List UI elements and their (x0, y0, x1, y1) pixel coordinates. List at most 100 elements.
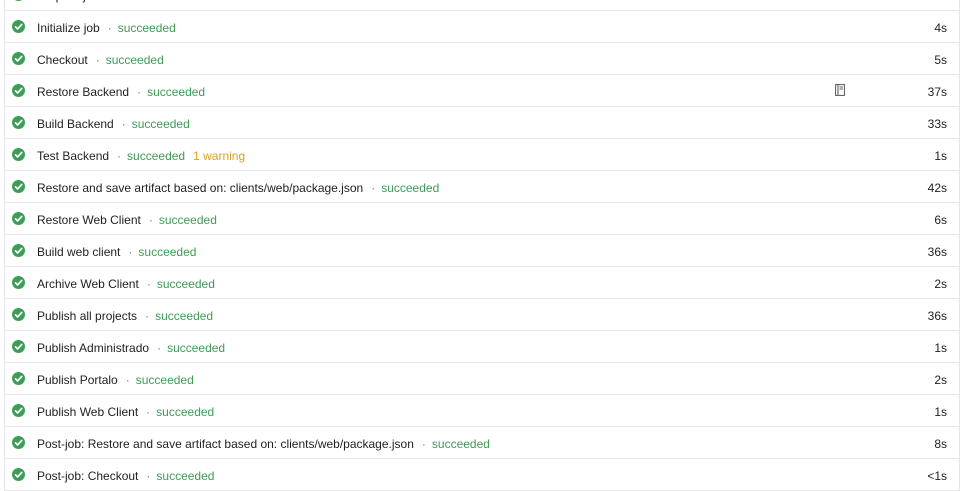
step-row[interactable]: Publish Web Client · succeeded 1s (5, 395, 959, 427)
step-row[interactable]: Restore Backend · succeeded 37s (5, 75, 959, 107)
step-duration: <1s (927, 469, 947, 483)
separator-dot: · (148, 213, 153, 227)
step-row[interactable]: Archive Web Client · succeeded 2s (5, 267, 959, 299)
step-label: Prepare job (37, 0, 99, 3)
step-label: Test Backend (37, 149, 110, 163)
step-label: Build Backend (37, 117, 114, 131)
status-text: succeeded (131, 117, 190, 131)
check-circle-icon (12, 52, 25, 65)
step-row[interactable]: Build web client · succeeded 36s (5, 235, 959, 267)
status-text: succeeded (105, 53, 164, 67)
status-text: succeeded (156, 277, 215, 291)
step-title: Publish Administrado · succeeded (37, 341, 225, 355)
step-title: Restore and save artifact based on: clie… (37, 181, 439, 195)
step-label: Build web client (37, 245, 121, 259)
step-title: Build web client · succeeded (37, 245, 196, 259)
step-title: Post-job: Checkout · succeeded (37, 469, 214, 483)
step-row[interactable]: Post-job: Restore and save artifact base… (5, 427, 959, 459)
status-text: succeeded (147, 85, 206, 99)
check-circle-icon (12, 276, 25, 289)
step-row[interactable]: Publish all projects · succeeded 36s (5, 299, 959, 331)
check-circle-icon (12, 404, 25, 417)
status-text: succeeded (127, 149, 186, 163)
check-circle-icon (12, 468, 25, 481)
step-title: Archive Web Client · succeeded (37, 277, 215, 291)
step-duration: 8s (934, 437, 947, 451)
status-text: succeeded (156, 469, 215, 483)
step-row[interactable]: Post-job: Checkout · succeeded <1s (5, 459, 959, 491)
step-label: Checkout (37, 53, 88, 67)
step-row[interactable]: Publish Portalo · succeeded 2s (5, 363, 959, 395)
separator-dot: · (117, 149, 122, 163)
status-text: succeeded (117, 21, 176, 35)
step-row[interactable]: Initialize job · succeeded 4s (5, 11, 959, 43)
separator-dot: · (137, 85, 142, 99)
step-row[interactable]: Restore Web Client · succeeded 6s (5, 203, 959, 235)
step-duration: 5s (934, 53, 947, 67)
status-text: succeeded (155, 309, 214, 323)
separator-dot: · (95, 53, 100, 67)
step-row[interactable]: Publish Administrado · succeeded 1s (5, 331, 959, 363)
step-title: Build Backend · succeeded (37, 117, 190, 131)
check-circle-icon (12, 84, 25, 97)
status-text: succeeded (167, 341, 226, 355)
step-label: Restore Web Client (37, 213, 141, 227)
step-title: Publish all projects · succeeded (37, 309, 213, 323)
step-label: Restore Backend (37, 85, 130, 99)
step-duration: 2s (934, 373, 947, 387)
step-title: Publish Portalo · succeeded (37, 373, 194, 387)
step-row[interactable]: Prepare job · succeeded (5, 0, 959, 11)
step-duration: 37s (927, 85, 947, 99)
status-text: succeeded (117, 0, 175, 3)
separator-dot: · (125, 373, 130, 387)
check-circle-icon (12, 340, 25, 353)
step-label: Initialize job (37, 21, 100, 35)
step-duration: 4s (934, 21, 947, 35)
step-label: Post-job: Restore and save artifact base… (37, 437, 414, 451)
step-duration: 33s (927, 117, 947, 131)
step-title: Initialize job · succeeded (37, 21, 176, 35)
separator-dot: · (146, 277, 151, 291)
notebook-icon[interactable] (835, 84, 845, 96)
check-circle-icon (12, 244, 25, 257)
check-circle-icon (12, 180, 25, 193)
step-row[interactable]: Build Backend · succeeded 33s (5, 107, 959, 139)
step-label: Publish Portalo (37, 373, 118, 387)
separator-dot: · (107, 21, 112, 35)
step-label: Publish Web Client (37, 405, 139, 419)
separator-dot: · (128, 245, 133, 259)
check-circle-icon (12, 372, 25, 385)
step-duration: 6s (934, 213, 947, 227)
step-row[interactable]: Test Backend · succeeded 1 warning 1s (5, 139, 959, 171)
step-label: Restore and save artifact based on: clie… (37, 181, 364, 195)
check-circle-icon (12, 148, 25, 161)
step-duration: 1s (934, 149, 947, 163)
separator-dot: · (107, 0, 111, 3)
step-duration: 1s (934, 405, 947, 419)
step-title: Prepare job · succeeded (37, 0, 175, 3)
check-circle-icon (12, 0, 25, 1)
step-duration: 36s (927, 309, 947, 323)
step-title: Checkout · succeeded (37, 53, 164, 67)
step-label: Publish Administrado (37, 341, 150, 355)
step-title: Test Backend · succeeded 1 warning (37, 149, 245, 163)
status-text: succeeded (156, 405, 215, 419)
step-title: Publish Web Client · succeeded (37, 405, 214, 419)
warning-count[interactable]: 1 warning (193, 149, 245, 163)
check-circle-icon (12, 212, 25, 225)
check-circle-icon (12, 116, 25, 129)
step-label: Archive Web Client (37, 277, 139, 291)
job-steps-list: Prepare job · succeeded Initialize job · succ… (4, 0, 960, 491)
separator-dot: · (421, 437, 426, 451)
status-text: succeeded (431, 437, 490, 451)
step-row[interactable]: Restore and save artifact based on: clie… (5, 171, 959, 203)
step-duration: 2s (934, 277, 947, 291)
check-circle-icon (12, 308, 25, 321)
separator-dot: · (145, 309, 150, 323)
status-text: succeeded (135, 373, 194, 387)
separator-dot: · (121, 117, 126, 131)
step-row[interactable]: Checkout · succeeded 5s (5, 43, 959, 75)
step-duration: 36s (927, 245, 947, 259)
status-text: succeeded (138, 245, 197, 259)
separator-dot: · (157, 341, 162, 355)
